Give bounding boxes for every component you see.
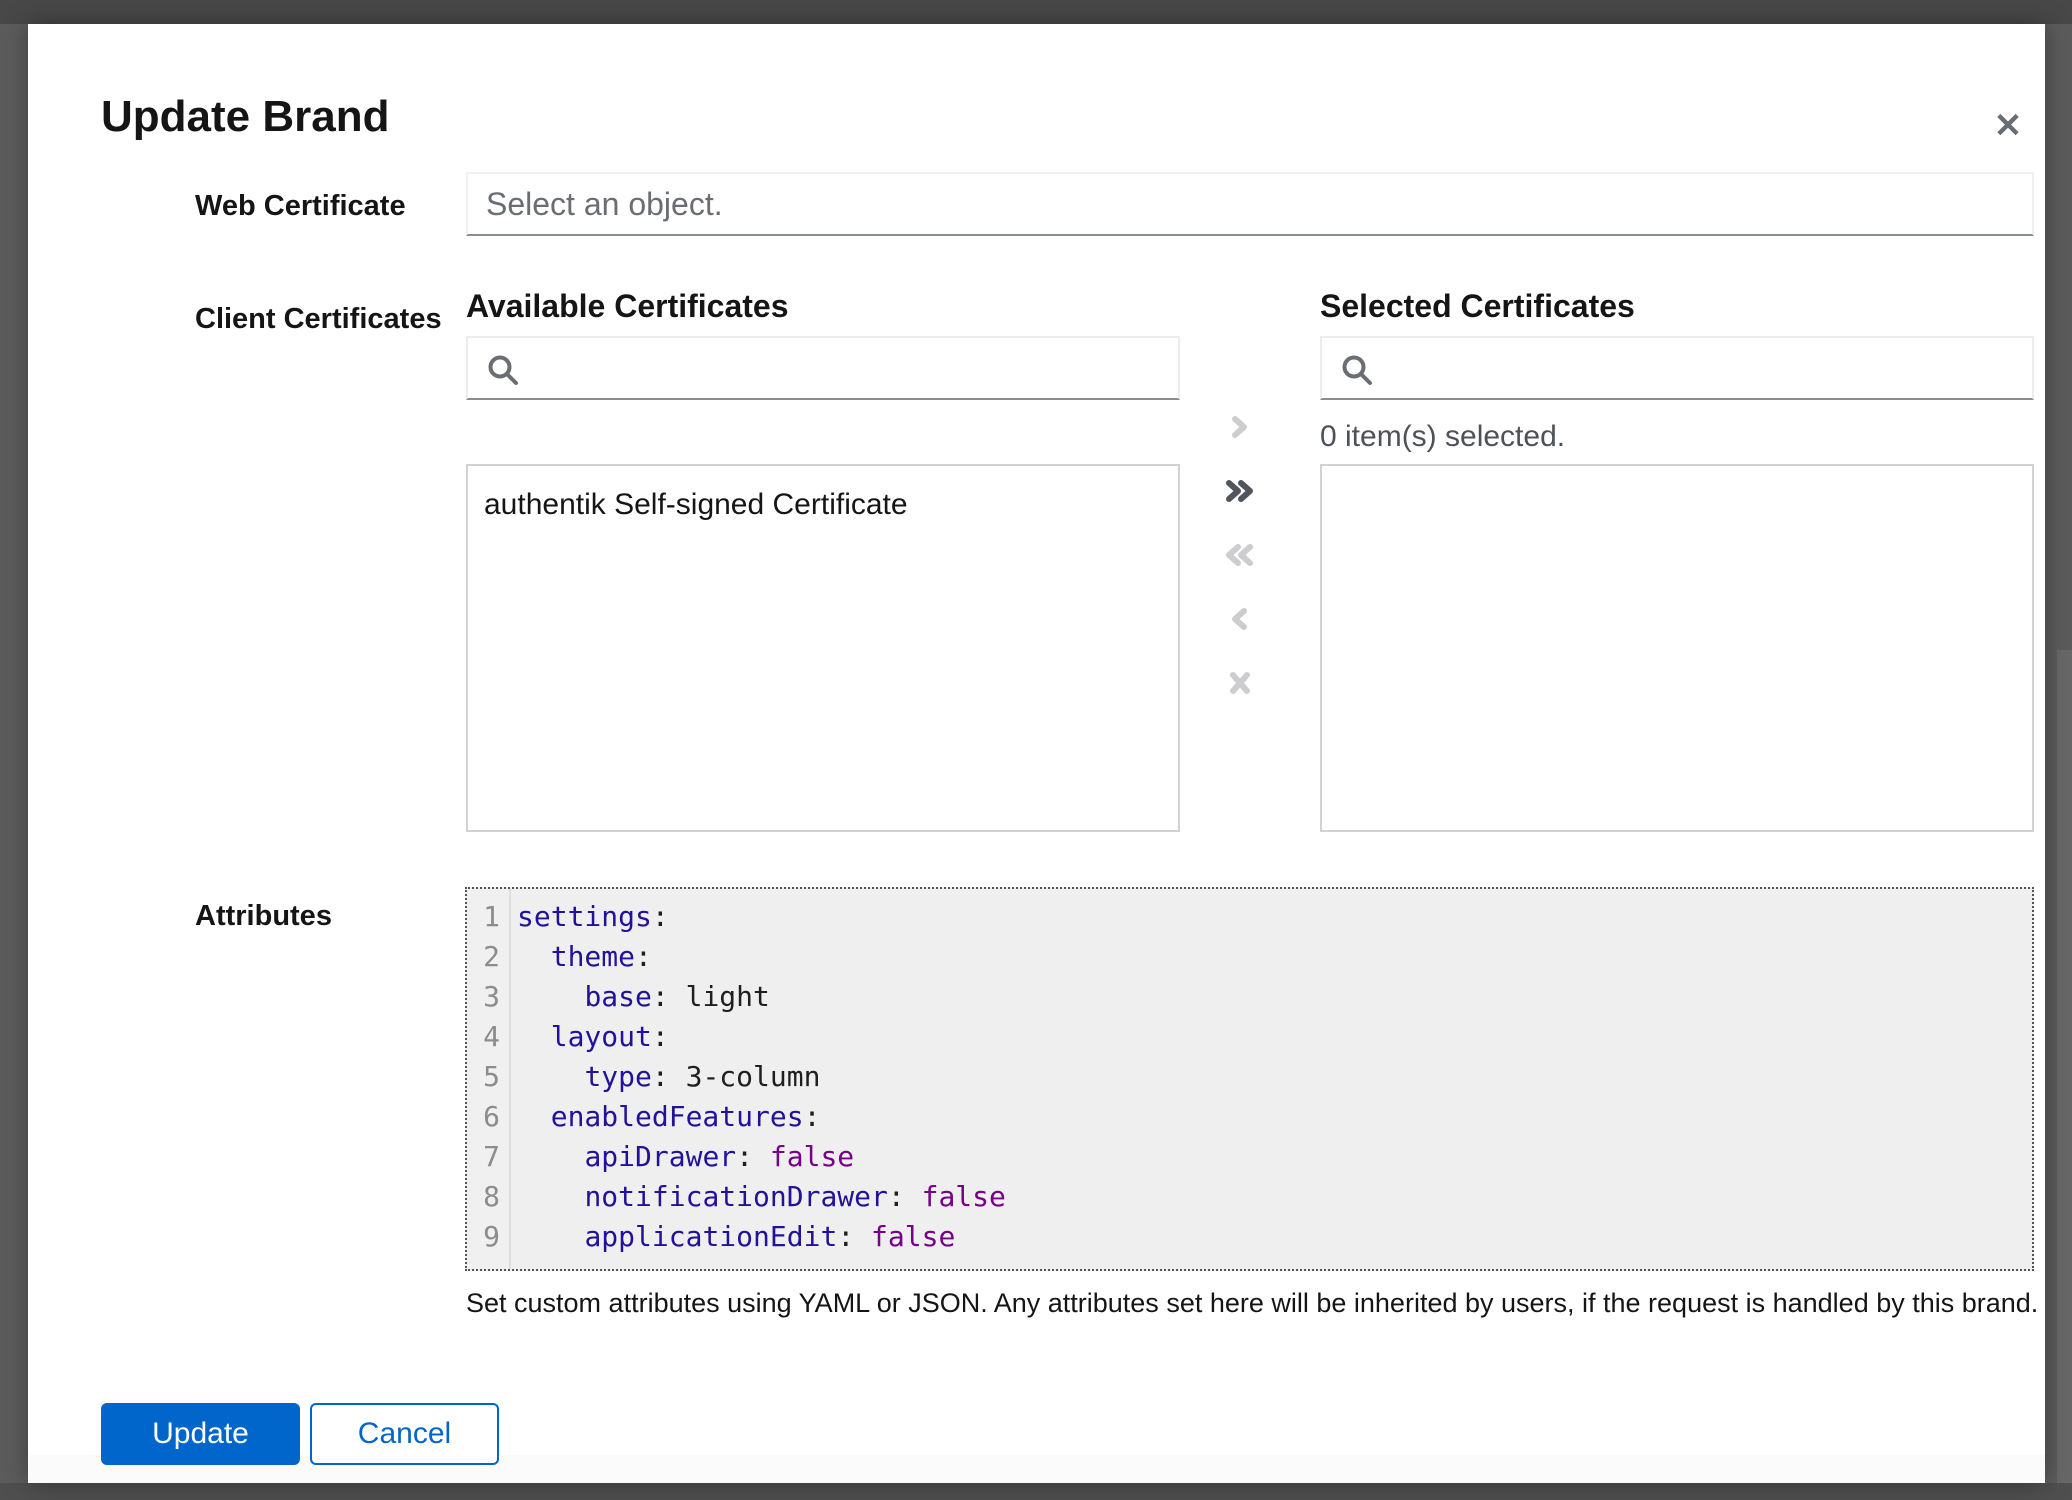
- code-line-number: 5: [467, 1057, 509, 1097]
- attributes-label: Attributes: [195, 900, 332, 933]
- code-content[interactable]: settings: theme: base: light layout: typ…: [511, 889, 2032, 1269]
- code-line-number: 4: [467, 1017, 509, 1057]
- cancel-button[interactable]: Cancel: [310, 1403, 499, 1465]
- screen: Update Brand ✕ Web Certificate Client Ce…: [0, 0, 2072, 1500]
- code-line: layout:: [511, 1017, 2032, 1057]
- remove-selected-button[interactable]: [1194, 587, 1286, 651]
- search-icon: [485, 352, 521, 388]
- modal-title: Update Brand: [101, 92, 389, 142]
- backdrop-shade-top: [0, 0, 2072, 24]
- code-line-number: 2: [467, 937, 509, 977]
- code-line-number: 1: [467, 897, 509, 937]
- available-certificates-list[interactable]: authentik Self-signed Certificate: [466, 464, 1180, 832]
- list-item[interactable]: authentik Self-signed Certificate: [468, 474, 1178, 536]
- client-certificates-label: Client Certificates: [195, 303, 442, 336]
- add-all-button[interactable]: [1194, 459, 1286, 523]
- web-certificate-label: Web Certificate: [195, 190, 406, 223]
- code-line-number: 9: [467, 1217, 509, 1257]
- code-line: apiDrawer: false: [511, 1137, 2032, 1177]
- close-icon: ✕: [1994, 107, 2023, 145]
- code-line-numbers: 123456789: [467, 889, 511, 1269]
- code-line-number: 6: [467, 1097, 509, 1137]
- transfer-controls: [1194, 395, 1286, 715]
- selected-certificates-heading: Selected Certificates: [1320, 288, 1635, 325]
- backdrop-shade-right: [2057, 650, 2072, 1500]
- selected-count-status: 0 item(s) selected.: [1320, 420, 1565, 454]
- code-line: applicationEdit: false: [511, 1217, 2032, 1257]
- chevron-left-icon: [1225, 604, 1255, 634]
- code-line-number: 3: [467, 977, 509, 1017]
- double-chevron-right-icon: [1221, 476, 1259, 506]
- code-line: type: 3-column: [511, 1057, 2032, 1097]
- clear-selection-button[interactable]: [1194, 651, 1286, 715]
- close-button[interactable]: ✕: [1980, 100, 2036, 152]
- code-line: enabledFeatures:: [511, 1097, 2032, 1137]
- update-brand-modal: Update Brand ✕ Web Certificate Client Ce…: [28, 24, 2045, 1483]
- backdrop-shade-bottom: [0, 1483, 2072, 1500]
- times-icon: [1225, 668, 1255, 698]
- code-line-number: 7: [467, 1137, 509, 1177]
- code-line: notificationDrawer: false: [511, 1177, 2032, 1217]
- code-line-number: 8: [467, 1177, 509, 1217]
- code-line: theme:: [511, 937, 2032, 977]
- web-certificate-input[interactable]: [466, 172, 2034, 236]
- attributes-code-editor[interactable]: 123456789 settings: theme: base: light l…: [465, 887, 2034, 1271]
- available-search-input[interactable]: [530, 338, 1176, 398]
- double-chevron-left-icon: [1221, 540, 1259, 570]
- update-button[interactable]: Update: [101, 1403, 300, 1465]
- available-search: [466, 336, 1180, 400]
- selected-search-input[interactable]: [1384, 338, 2030, 398]
- remove-all-button[interactable]: [1194, 523, 1286, 587]
- selected-search: [1320, 336, 2034, 400]
- code-line: settings:: [511, 897, 2032, 937]
- attributes-help-text: Set custom attributes using YAML or JSON…: [466, 1288, 2038, 1319]
- code-line: base: light: [511, 977, 2032, 1017]
- add-selected-button[interactable]: [1194, 395, 1286, 459]
- available-certificates-heading: Available Certificates: [466, 288, 789, 325]
- selected-certificates-list[interactable]: [1320, 464, 2034, 832]
- search-icon: [1339, 352, 1375, 388]
- chevron-right-icon: [1225, 412, 1255, 442]
